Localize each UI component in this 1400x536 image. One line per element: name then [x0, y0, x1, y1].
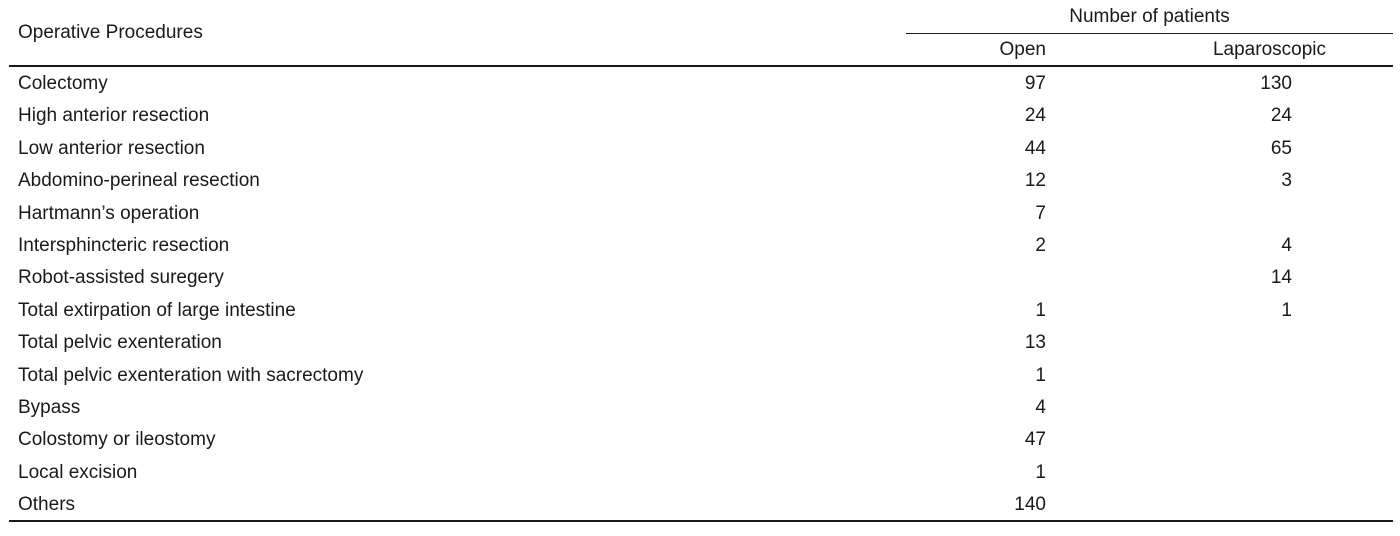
cell-open: 24: [1024, 105, 1046, 127]
table-row: Robot-assisted suregery 14: [9, 261, 1393, 293]
cell-procedure: Local excision: [18, 461, 138, 483]
cell-laparoscopic: 1: [1281, 299, 1292, 321]
cell-open: 47: [1024, 429, 1046, 451]
table-header: Operative Procedures Number of patients …: [9, 0, 1393, 67]
header-open-label: Open: [999, 39, 1046, 60]
cell-open: 1: [1035, 461, 1046, 483]
header-laparoscopic-label: Laparoscopic: [1212, 39, 1327, 60]
cell-procedure: Intersphincteric resection: [18, 234, 230, 256]
cell-open: 12: [1024, 170, 1046, 192]
header-operative-procedures: Operative Procedures: [18, 22, 203, 43]
table-row: Total extirpation of large intestine 1 1: [9, 294, 1393, 326]
cell-procedure: Bypass: [18, 396, 81, 418]
cell-procedure: Abdomino-perineal resection: [18, 170, 260, 192]
cell-laparoscopic: 24: [1270, 105, 1292, 127]
cell-procedure: Total pelvic exenteration: [18, 332, 222, 354]
header-open: Open: [906, 39, 1046, 61]
cell-laparoscopic: 4: [1281, 234, 1292, 256]
cell-procedure: Low anterior resection: [18, 137, 205, 159]
cell-open: 7: [1035, 202, 1046, 224]
cell-open: 1: [1035, 364, 1046, 386]
cell-procedure: Total pelvic exenteration with sacrectom…: [18, 364, 364, 386]
cell-open: 13: [1024, 332, 1046, 354]
table-row: Colectomy 97 130: [9, 67, 1393, 99]
table-row: Total pelvic exenteration with sacrectom…: [9, 359, 1393, 391]
header-group-rule: [906, 33, 1393, 34]
table-row: Hartmann’s operation 7: [9, 197, 1393, 229]
table-row: Bypass 4: [9, 391, 1393, 423]
cell-procedure: Robot-assisted suregery: [18, 267, 224, 289]
table-row: Abdomino-perineal resection 12 3: [9, 164, 1393, 196]
procedures-table: Operative Procedures Number of patients …: [9, 0, 1393, 523]
cell-open: 140: [1014, 494, 1046, 516]
cell-laparoscopic: 65: [1270, 137, 1292, 159]
header-number-of-patients: Number of patients: [1069, 6, 1230, 27]
header-laparoscopic: Laparoscopic: [1146, 39, 1393, 61]
cell-open: 97: [1024, 73, 1046, 94]
cell-open: 1: [1035, 299, 1046, 321]
table-bottom-rule: [9, 520, 1393, 523]
cell-open: 2: [1035, 234, 1046, 256]
table-row: Colostomy or ileostomy 47: [9, 423, 1393, 455]
cell-procedure: Others: [18, 494, 76, 516]
cell-procedure: Total extirpation of large intestine: [18, 299, 296, 321]
table-row: High anterior resection 24 24: [9, 99, 1393, 131]
cell-procedure: Colectomy: [18, 73, 108, 94]
table-row: Low anterior resection 44 65: [9, 132, 1393, 164]
cell-procedure: High anterior resection: [18, 105, 210, 127]
cell-open: 4: [1035, 396, 1046, 418]
table-row: Others 140: [9, 488, 1393, 520]
table-row: Local excision 1: [9, 456, 1393, 488]
cell-laparoscopic: 14: [1270, 267, 1292, 289]
table-row: Total pelvic exenteration 13: [9, 326, 1393, 358]
cell-procedure: Colostomy or ileostomy: [18, 429, 216, 451]
cell-laparoscopic: 3: [1281, 170, 1292, 192]
table-row: Intersphincteric resection 2 4: [9, 229, 1393, 261]
cell-procedure: Hartmann’s operation: [18, 202, 200, 224]
cell-laparoscopic: 130: [1260, 73, 1292, 94]
cell-open: 44: [1024, 137, 1046, 159]
table-body: Colectomy 97 130 High anterior resection 24 2…: [9, 67, 1393, 520]
